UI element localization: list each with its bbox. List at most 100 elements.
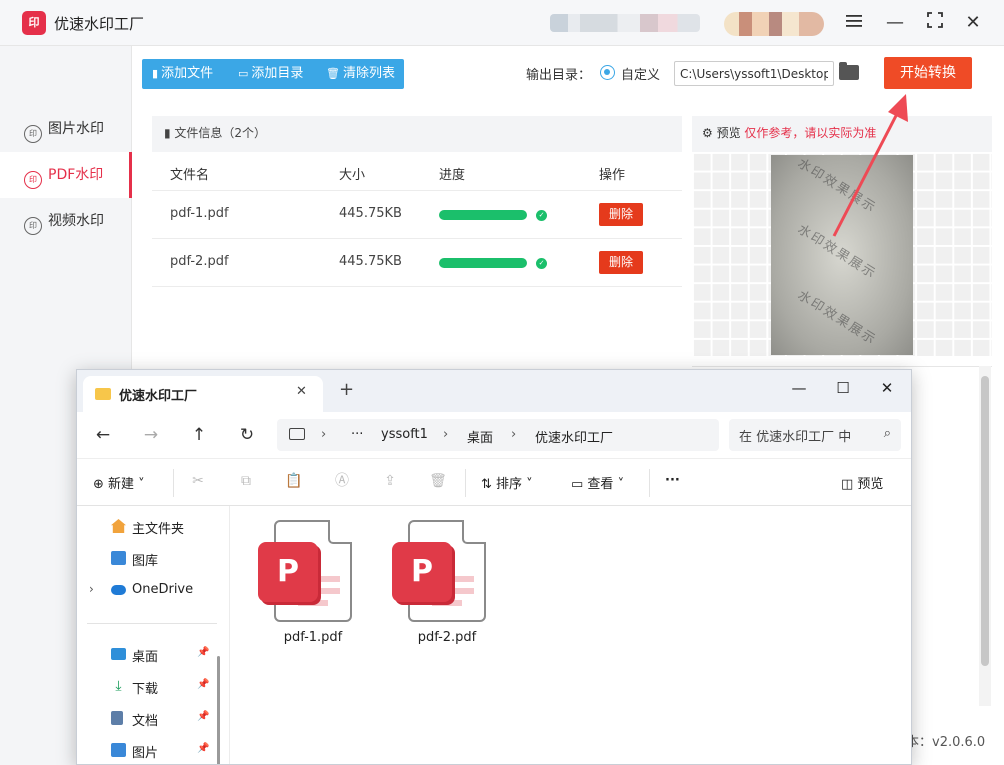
clear-list-button[interactable]: 🗑 清除列表 <box>326 59 395 89</box>
app-title: 优速水印工厂 <box>54 15 145 33</box>
file-icon: ▮ <box>152 67 159 80</box>
paste-icon[interactable]: 📋 <box>285 472 303 490</box>
preview-pane-button[interactable]: ◫ 预览 <box>841 473 883 492</box>
output-dir-label: 输出目录： <box>526 68 592 83</box>
navigation-tree: 主文件夹 图库 › OneDrive 桌面 📌 ⤓ 下载 📌 文档 📌 图片 📌 <box>77 506 227 764</box>
sidebar-item-label: PDF水印 <box>48 167 104 183</box>
copy-icon[interactable]: ⧉ <box>237 472 255 490</box>
address-bar[interactable]: › ··· yssoft1 › 桌面 › 优速水印工厂 <box>277 419 719 451</box>
home-icon <box>111 519 126 533</box>
check-icon: ✓ <box>536 210 547 221</box>
sidebar-item-video-watermark[interactable]: 印视频水印 <box>0 198 131 244</box>
pdf-badge-icon: P <box>258 542 318 602</box>
chevron-down-icon: ˅ <box>134 477 145 492</box>
up-icon[interactable]: ↑ <box>187 423 211 447</box>
more-options-button[interactable]: ··· <box>665 473 680 488</box>
start-convert-button[interactable]: 开始转换 <box>884 57 972 89</box>
hamburger-icon[interactable] <box>841 10 867 36</box>
column-size: 大小 <box>339 168 366 183</box>
annotation-arrow <box>832 94 908 237</box>
tree-item-label: 图片 <box>132 746 159 761</box>
explorer-maximize-icon[interactable]: ☐ <box>831 376 855 400</box>
breadcrumb-desktop[interactable]: 桌面 <box>467 427 493 446</box>
forward-icon[interactable]: → <box>139 423 163 447</box>
download-icon: ⤓ <box>115 678 122 694</box>
browse-folder-icon[interactable] <box>839 62 859 80</box>
maximize-icon[interactable] <box>922 10 948 36</box>
refresh-icon[interactable]: ↻ <box>235 423 259 447</box>
file-item-pdf-2[interactable]: P pdf-2.pdf <box>382 520 492 650</box>
folder-icon <box>95 388 111 400</box>
scroll-thumb[interactable] <box>981 376 989 666</box>
breadcrumb-more[interactable]: ··· <box>351 427 363 442</box>
delete-button[interactable]: 删除 <box>599 251 643 274</box>
cut-icon[interactable]: ✂ <box>189 472 207 490</box>
chevron-down-icon: ˅ <box>522 477 533 492</box>
new-tab-icon[interactable]: + <box>339 381 354 399</box>
custom-output-label[interactable]: 自定义 <box>621 64 660 83</box>
tree-item-home[interactable]: 主文件夹 <box>77 512 227 542</box>
tree-item-pictures[interactable]: 图片 📌 <box>77 736 227 764</box>
tree-item-documents[interactable]: 文档 📌 <box>77 704 227 734</box>
explorer-tab[interactable]: 优速水印工厂 ✕ <box>83 376 323 412</box>
file-name: pdf-2.pdf <box>170 254 229 269</box>
tree-item-label: OneDrive <box>132 582 194 597</box>
add-file-button[interactable]: ▮ 添加文件 <box>152 59 213 89</box>
close-tab-icon[interactable]: ✕ <box>296 384 307 399</box>
table-row[interactable]: pdf-1.pdf 445.75KB ✓ 删除 <box>152 190 682 238</box>
file-explorer-window: 优速水印工厂 ✕ + — ☐ ✕ ← → ↑ ↻ › ··· yssoft1 ›… <box>76 369 912 765</box>
column-filename: 文件名 <box>170 168 210 183</box>
view-button[interactable]: ▭ 查看 ˅ <box>571 473 624 492</box>
sidebar-item-pdf-watermark[interactable]: 印 PDF水印 <box>0 152 132 198</box>
add-directory-button[interactable]: ▭ 添加目录 <box>238 59 303 89</box>
explorer-tabbar: 优速水印工厂 ✕ + — ☐ ✕ <box>77 370 911 412</box>
tree-item-downloads[interactable]: ⤓ 下载 📌 <box>77 672 227 702</box>
rename-icon[interactable]: Ⓐ <box>333 472 351 490</box>
cloud-icon <box>111 585 126 595</box>
vip-badge-blurred[interactable] <box>724 12 824 36</box>
add-directory-label: 添加目录 <box>251 66 304 81</box>
progress-bar <box>439 210 527 220</box>
pin-icon[interactable]: 📌 <box>197 711 209 722</box>
view-label: 查看 <box>587 477 614 492</box>
page-fold <box>328 520 352 544</box>
explorer-close-icon[interactable]: ✕ <box>875 376 899 400</box>
sidebar-item-image-watermark[interactable]: 印图片水印 <box>0 106 131 152</box>
back-icon[interactable]: ← <box>91 423 115 447</box>
chevron-right-icon: › <box>443 427 449 442</box>
close-icon[interactable]: ✕ <box>960 10 986 36</box>
tree-item-onedrive[interactable]: › OneDrive <box>77 576 227 606</box>
tree-item-desktop[interactable]: 桌面 📌 <box>77 640 227 670</box>
delete-icon[interactable]: 🗑 <box>429 472 447 490</box>
delete-button[interactable]: 删除 <box>599 203 643 226</box>
explorer-minimize-icon[interactable]: — <box>787 376 811 400</box>
search-placeholder: 在 优速水印工厂 中 <box>739 430 852 445</box>
tree-item-gallery[interactable]: 图库 <box>77 544 227 574</box>
pin-icon[interactable]: 📌 <box>197 743 209 754</box>
sort-label: 排序 <box>496 477 523 492</box>
chevron-right-icon[interactable]: › <box>89 582 94 596</box>
pin-icon[interactable]: 📌 <box>197 679 209 690</box>
breadcrumb-yssoft1[interactable]: yssoft1 <box>381 427 428 442</box>
tree-scrollbar[interactable] <box>217 656 220 764</box>
output-path-input[interactable] <box>674 61 834 86</box>
breadcrumb-current-folder[interactable]: 优速水印工厂 <box>535 427 613 446</box>
file-item-pdf-1[interactable]: P pdf-1.pdf <box>248 520 358 650</box>
user-account-blurred[interactable] <box>550 14 700 32</box>
new-label: 新建 <box>108 477 135 492</box>
share-icon[interactable]: ⇪ <box>381 472 399 490</box>
settings-scrollbar[interactable] <box>979 366 991 706</box>
minimize-icon[interactable]: — <box>882 10 908 36</box>
tree-item-label: 下载 <box>132 682 159 697</box>
table-row[interactable]: pdf-2.pdf 445.75KB ✓ 删除 <box>152 238 682 286</box>
version-label: 本：v2.0.6.0 <box>906 735 986 750</box>
new-button[interactable]: ⊕ 新建 ˅ <box>93 473 145 492</box>
sidebar-item-label: 图片水印 <box>48 121 104 137</box>
pin-icon[interactable]: 📌 <box>197 647 209 658</box>
sort-button[interactable]: ⇅ 排序 ˅ <box>481 473 533 492</box>
file-item-name: pdf-1.pdf <box>283 630 343 645</box>
sort-icon: ⇅ <box>481 477 497 492</box>
custom-output-radio[interactable] <box>600 65 615 80</box>
command-separator <box>465 469 466 497</box>
search-input[interactable]: 在 优速水印工厂 中 ⌕ <box>729 419 901 451</box>
